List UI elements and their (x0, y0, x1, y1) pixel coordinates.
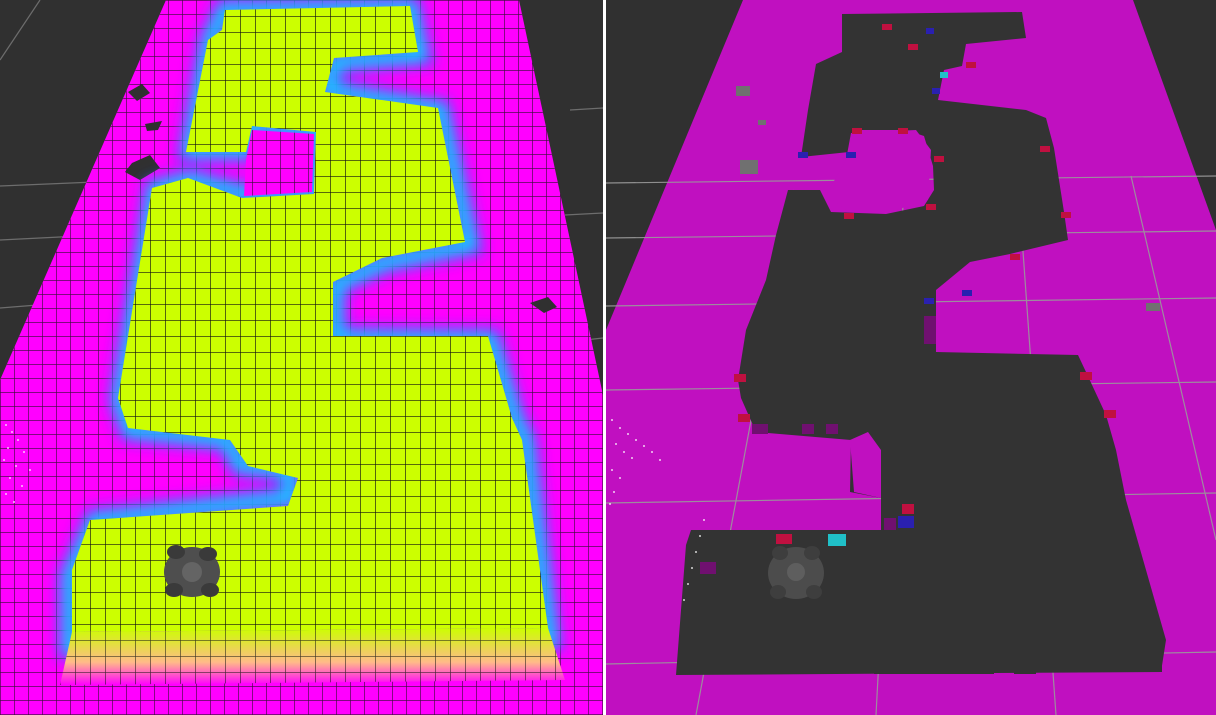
costmap-canvas[interactable] (606, 0, 1216, 715)
robot-model-icon[interactable] (768, 546, 824, 599)
costmap-viewport[interactable] (606, 0, 1216, 715)
plateau-front-face-cells (60, 628, 565, 685)
elevation-map-canvas[interactable] (0, 0, 603, 715)
robot-model-icon[interactable] (164, 545, 220, 597)
elevation-map-viewport[interactable] (0, 0, 603, 715)
low-elevation-pocket-cells (244, 130, 314, 196)
